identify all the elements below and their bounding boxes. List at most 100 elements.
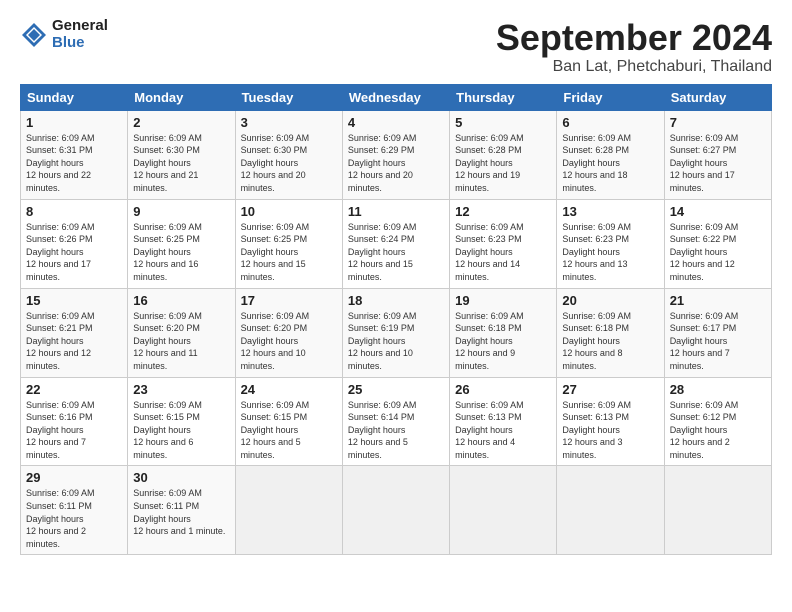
day-number: 2 <box>133 115 229 130</box>
calendar-table: Sunday Monday Tuesday Wednesday Thursday… <box>20 84 772 556</box>
day-number: 30 <box>133 470 229 485</box>
calendar-week-1: 1 Sunrise: 6:09 AMSunset: 6:31 PMDaylight… <box>21 110 772 199</box>
calendar-cell: 29 Sunrise: 6:09 AMSunset: 6:11 PMDayligh… <box>21 466 128 555</box>
calendar-cell: 7 Sunrise: 6:09 AMSunset: 6:27 PMDaylight… <box>664 110 771 199</box>
calendar-cell <box>557 466 664 555</box>
cell-info: Sunrise: 6:09 AMSunset: 6:13 PMDaylight … <box>562 400 631 460</box>
day-number: 16 <box>133 293 229 308</box>
calendar-cell: 6 Sunrise: 6:09 AMSunset: 6:28 PMDaylight… <box>557 110 664 199</box>
cell-info: Sunrise: 6:09 AMSunset: 6:18 PMDaylight … <box>562 311 631 371</box>
calendar-cell: 18Sunrise: 6:09 AMSunset: 6:19 PMDayligh… <box>342 288 449 377</box>
title-area: September 2024 Ban Lat, Phetchaburi, Tha… <box>496 18 772 76</box>
calendar-cell: 19 Sunrise: 6:09 AMSunset: 6:18 PMDayligh… <box>450 288 557 377</box>
cell-info: Sunrise: 6:09 AMSunset: 6:28 PMDaylight … <box>455 133 524 193</box>
day-number: 6 <box>562 115 658 130</box>
calendar-cell: 25Sunrise: 6:09 AMSunset: 6:14 PMDayligh… <box>342 377 449 466</box>
day-number: 8 <box>26 204 122 219</box>
calendar-cell <box>342 466 449 555</box>
day-number: 10 <box>241 204 337 219</box>
header-sunday: Sunday <box>21 84 128 110</box>
calendar-week-5: 29 Sunrise: 6:09 AMSunset: 6:11 PMDayligh… <box>21 466 772 555</box>
calendar-cell: 2 Sunrise: 6:09 AMSunset: 6:30 PMDaylight… <box>128 110 235 199</box>
day-number: 1 <box>26 115 122 130</box>
day-number: 28 <box>670 382 766 397</box>
cell-info: Sunrise: 6:09 AMSunset: 6:11 PMDaylight … <box>133 488 225 536</box>
cell-info: Sunrise: 6:09 AMSunset: 6:18 PMDaylight … <box>455 311 524 371</box>
cell-info: Sunrise: 6:09 AMSunset: 6:12 PMDaylight … <box>670 400 739 460</box>
day-number: 13 <box>562 204 658 219</box>
cell-info: Sunrise: 6:09 AMSunset: 6:23 PMDaylight … <box>562 222 631 282</box>
logo-blue: Blue <box>52 35 108 52</box>
cell-info: Sunrise: 6:09 AMSunset: 6:14 PMDaylight … <box>348 400 417 460</box>
calendar-cell: 28 Sunrise: 6:09 AMSunset: 6:12 PMDayligh… <box>664 377 771 466</box>
cell-info: Sunrise: 6:09 AMSunset: 6:16 PMDaylight … <box>26 400 95 460</box>
cell-info: Sunrise: 6:09 AMSunset: 6:25 PMDaylight … <box>241 222 310 282</box>
cell-info: Sunrise: 6:09 AMSunset: 6:28 PMDaylight … <box>562 133 631 193</box>
calendar-week-2: 8Sunrise: 6:09 AMSunset: 6:26 PMDaylight… <box>21 199 772 288</box>
cell-info: Sunrise: 6:09 AMSunset: 6:17 PMDaylight … <box>670 311 739 371</box>
day-number: 7 <box>670 115 766 130</box>
calendar-cell: 8Sunrise: 6:09 AMSunset: 6:26 PMDaylight… <box>21 199 128 288</box>
day-number: 5 <box>455 115 551 130</box>
calendar-cell: 15 Sunrise: 6:09 AMSunset: 6:21 PMDayligh… <box>21 288 128 377</box>
day-number: 11 <box>348 204 444 219</box>
calendar-week-3: 15 Sunrise: 6:09 AMSunset: 6:21 PMDayligh… <box>21 288 772 377</box>
calendar-cell: 30 Sunrise: 6:09 AMSunset: 6:11 PMDayligh… <box>128 466 235 555</box>
day-number: 12 <box>455 204 551 219</box>
day-number: 20 <box>562 293 658 308</box>
calendar-cell: 1 Sunrise: 6:09 AMSunset: 6:31 PMDaylight… <box>21 110 128 199</box>
day-number: 27 <box>562 382 658 397</box>
day-number: 9 <box>133 204 229 219</box>
calendar-cell: 11 Sunrise: 6:09 AMSunset: 6:24 PMDayligh… <box>342 199 449 288</box>
calendar-cell: 16 Sunrise: 6:09 AMSunset: 6:20 PMDayligh… <box>128 288 235 377</box>
calendar-cell: 17Sunrise: 6:09 AMSunset: 6:20 PMDayligh… <box>235 288 342 377</box>
day-number: 24 <box>241 382 337 397</box>
calendar-week-4: 22 Sunrise: 6:09 AMSunset: 6:16 PMDayligh… <box>21 377 772 466</box>
calendar-cell: 22 Sunrise: 6:09 AMSunset: 6:16 PMDayligh… <box>21 377 128 466</box>
calendar-cell: 20 Sunrise: 6:09 AMSunset: 6:18 PMDayligh… <box>557 288 664 377</box>
calendar-cell: 12Sunrise: 6:09 AMSunset: 6:23 PMDayligh… <box>450 199 557 288</box>
calendar-cell: 24 Sunrise: 6:09 AMSunset: 6:15 PMDayligh… <box>235 377 342 466</box>
cell-info: Sunrise: 6:09 AMSunset: 6:13 PMDaylight … <box>455 400 524 460</box>
calendar-cell <box>235 466 342 555</box>
logo-text: General Blue <box>52 18 108 51</box>
cell-info: Sunrise: 6:09 AMSunset: 6:11 PMDaylight … <box>26 488 95 548</box>
calendar-cell: 9 Sunrise: 6:09 AMSunset: 6:25 PMDaylight… <box>128 199 235 288</box>
cell-info: Sunrise: 6:09 AMSunset: 6:25 PMDaylight … <box>133 222 202 282</box>
day-number: 22 <box>26 382 122 397</box>
day-number: 18 <box>348 293 444 308</box>
cell-info: Sunrise: 6:09 AMSunset: 6:30 PMDaylight … <box>241 133 310 193</box>
day-number: 15 <box>26 293 122 308</box>
cell-info: Sunrise: 6:09 AMSunset: 6:31 PMDaylight … <box>26 133 95 193</box>
cell-info: Sunrise: 6:09 AMSunset: 6:30 PMDaylight … <box>133 133 202 193</box>
header: General Blue September 2024 Ban Lat, Phe… <box>20 18 772 76</box>
day-number: 14 <box>670 204 766 219</box>
calendar-cell: 21Sunrise: 6:09 AMSunset: 6:17 PMDayligh… <box>664 288 771 377</box>
day-number: 19 <box>455 293 551 308</box>
calendar-cell: 13 Sunrise: 6:09 AMSunset: 6:23 PMDayligh… <box>557 199 664 288</box>
logo-general: General <box>52 18 108 35</box>
calendar-cell: 23Sunrise: 6:09 AMSunset: 6:15 PMDayligh… <box>128 377 235 466</box>
cell-info: Sunrise: 6:09 AMSunset: 6:21 PMDaylight … <box>26 311 95 371</box>
day-number: 4 <box>348 115 444 130</box>
calendar-cell: 4 Sunrise: 6:09 AMSunset: 6:29 PMDaylight… <box>342 110 449 199</box>
cell-info: Sunrise: 6:09 AMSunset: 6:27 PMDaylight … <box>670 133 739 193</box>
cell-info: Sunrise: 6:09 AMSunset: 6:29 PMDaylight … <box>348 133 417 193</box>
day-number: 3 <box>241 115 337 130</box>
day-number: 29 <box>26 470 122 485</box>
header-tuesday: Tuesday <box>235 84 342 110</box>
cell-info: Sunrise: 6:09 AMSunset: 6:24 PMDaylight … <box>348 222 417 282</box>
calendar-cell <box>664 466 771 555</box>
header-row: Sunday Monday Tuesday Wednesday Thursday… <box>21 84 772 110</box>
logo-icon <box>20 21 48 49</box>
location-title: Ban Lat, Phetchaburi, Thailand <box>496 58 772 76</box>
calendar-cell: 10 Sunrise: 6:09 AMSunset: 6:25 PMDayligh… <box>235 199 342 288</box>
cell-info: Sunrise: 6:09 AMSunset: 6:20 PMDaylight … <box>241 311 310 371</box>
header-friday: Friday <box>557 84 664 110</box>
calendar-cell: 27 Sunrise: 6:09 AMSunset: 6:13 PMDayligh… <box>557 377 664 466</box>
logo: General Blue <box>20 18 108 51</box>
cell-info: Sunrise: 6:09 AMSunset: 6:15 PMDaylight … <box>241 400 310 460</box>
day-number: 26 <box>455 382 551 397</box>
cell-info: Sunrise: 6:09 AMSunset: 6:20 PMDaylight … <box>133 311 202 371</box>
header-thursday: Thursday <box>450 84 557 110</box>
